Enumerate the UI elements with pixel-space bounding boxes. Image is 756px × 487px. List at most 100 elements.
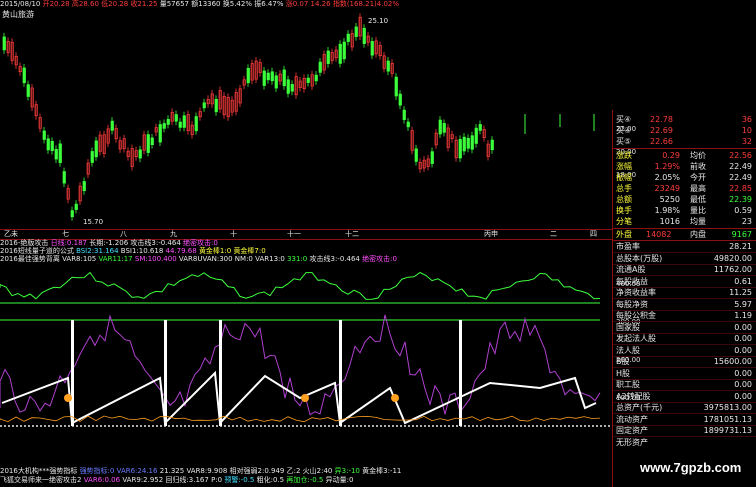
watermark-text: www.7gpzb.com — [640, 460, 742, 475]
change-pct-label: 14.26 — [310, 0, 331, 8]
fundamental-value: 49820.00 — [713, 253, 752, 263]
fundamental-value: 1899731.13 — [703, 426, 752, 435]
candle-body — [398, 93, 402, 106]
candle-body — [462, 136, 466, 152]
candle-body — [414, 148, 418, 162]
indicator-plot[interactable] — [0, 258, 612, 433]
turnover-label: 换5.42% — [222, 0, 252, 8]
axis-label: 乙未 — [4, 230, 18, 238]
fundamental-row: 总股本(万股) 49820.00 — [616, 253, 754, 264]
candle-body — [266, 72, 270, 81]
fundamental-value: 1781051.13 — [703, 414, 752, 424]
axis-label: 二 — [550, 230, 557, 238]
candle-body — [22, 67, 26, 84]
candle-body — [162, 123, 166, 129]
indicator-value: 再加仓:-0.5 — [286, 476, 324, 484]
signal-bar — [339, 320, 342, 426]
stat-value: 2.05% — [654, 173, 680, 182]
stat-label: 换手 — [616, 206, 632, 215]
stat-value: 22.49 — [729, 173, 752, 182]
fundamental-row: H股 0.00 — [616, 368, 754, 379]
candle-body — [174, 114, 178, 122]
indicator-value: VAR8:9.908 — [186, 467, 228, 475]
indicator-value: P:0 — [211, 476, 223, 484]
smiley-icon — [301, 394, 309, 402]
fundamental-value: 28.21 — [729, 242, 752, 251]
stat-value: 5250 — [659, 195, 680, 204]
candle-body — [110, 120, 114, 131]
candle-body — [442, 123, 446, 133]
fundamental-value: 0.00 — [734, 391, 752, 401]
candle-body — [262, 70, 266, 86]
candle-body — [246, 67, 250, 84]
fundamental-row: 流动资产 1781051.13 — [616, 414, 754, 425]
smiley-icon — [391, 394, 399, 402]
bottom-indicator-1: 2016大机构***强势指标 强势指标:0 VAR6:24.16 21.325 … — [0, 467, 612, 476]
candle-body — [82, 181, 86, 192]
candlestick-plot[interactable] — [0, 9, 612, 230]
candle-body — [274, 75, 278, 89]
fundamental-value: 15600.00 — [713, 357, 752, 366]
stat-label: 涨幅 — [616, 162, 632, 171]
candle-body — [62, 171, 66, 184]
fundamental-label: 总股本(万股) — [616, 253, 663, 263]
candle-body — [326, 50, 330, 64]
volume-label: 量57657 — [159, 0, 189, 8]
fundamental-value: 0.00 — [734, 345, 752, 355]
candle-body — [430, 151, 434, 164]
fundamental-label: 每股公积金 — [616, 311, 656, 320]
bottom-indicator-panel[interactable]: 2016大机构***强势指标 强势指标:0 VAR6:24.16 21.325 … — [0, 465, 612, 487]
candle-body — [342, 41, 346, 60]
candle-body — [282, 69, 286, 87]
fundamental-row: 无形资产 — [616, 437, 754, 448]
outer-value: 14082 — [646, 230, 672, 239]
candle-body — [182, 115, 186, 128]
trend-line — [1, 370, 597, 426]
candle-body — [54, 149, 58, 160]
bid-volume: 32 — [741, 137, 752, 146]
indicator-chart[interactable] — [0, 258, 612, 433]
fundamental-value: 0.61 — [734, 276, 752, 286]
high-price-marker: 25.10 — [368, 17, 389, 25]
candle-body — [42, 130, 46, 140]
candle-body — [214, 98, 218, 113]
fundamental-label: B股 — [616, 357, 630, 366]
fundamental-value: 1.19 — [734, 311, 752, 320]
fundamental-row: 每股公积金 1.19 — [616, 310, 754, 321]
indicator-name: 2016短线量子道的公式 — [0, 247, 74, 255]
candle-body — [306, 77, 310, 83]
indicator-value: 乙:2 — [286, 467, 301, 475]
fundamental-row: 市盈率 28.21 — [616, 241, 754, 252]
signal-bar — [71, 320, 74, 426]
fundamental-row: 流通A股 11762.00 — [616, 264, 754, 275]
fundamental-row: 国家股 0.00 — [616, 322, 754, 333]
candle-body — [158, 124, 162, 143]
fundamental-label: 国家股 — [616, 322, 640, 332]
outer-label: 外盘 — [616, 230, 632, 239]
quote-panel[interactable]: 买④ 22.78 36 买④ 22.69 10 买⑤ 22.66 32 涨跌 0.… — [612, 110, 756, 487]
stat-label: 今开 — [690, 173, 706, 182]
stat-value: 22.49 — [729, 162, 752, 171]
fundamental-label: 固定资产 — [616, 426, 648, 435]
indicator-name: 2016-绝版攻击 — [0, 239, 49, 247]
stat-label: 量比 — [690, 206, 706, 215]
candle-body — [346, 33, 350, 42]
indicator-value: 强势指标:0 — [79, 467, 115, 475]
open-label: 开20.28 — [42, 0, 70, 8]
fundamental-row: 发起法人股 0.00 — [616, 333, 754, 344]
fundamental-label: H股 — [616, 368, 631, 378]
stat-row: 分笔 1016 均量 23 — [616, 216, 754, 227]
fundamental-label: 净资收益率 — [616, 288, 656, 297]
candlestick-chart[interactable]: 黄山旅游 25.10 15.70 — [0, 9, 612, 230]
axis-label: 九 — [170, 230, 177, 238]
fundamental-value: 3975813.00 — [703, 403, 752, 412]
stat-label: 均量 — [690, 217, 706, 226]
candle-body — [478, 124, 482, 131]
bid-label: 买④ — [616, 126, 632, 135]
axis-label: 丙申 — [484, 230, 498, 238]
indicator-name: 飞狐交易师来一绝密攻击2 — [0, 476, 82, 484]
indicator-name: 2016大机构***强势指标 — [0, 467, 78, 475]
stat-row: 涨幅 1.29% 前收 22.49 — [616, 161, 754, 172]
axis-label: 十 — [230, 230, 237, 238]
indicator-value: 黄金棒1:0 — [198, 247, 232, 255]
